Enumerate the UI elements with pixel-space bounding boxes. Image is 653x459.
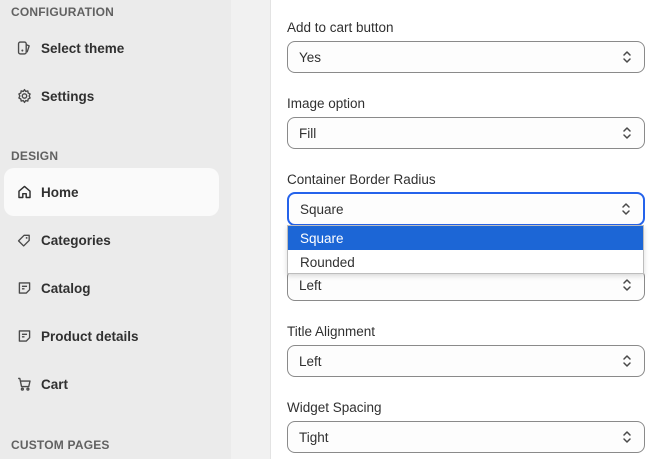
sidebar-item-label: Select theme <box>41 40 125 56</box>
sidebar-item-categories[interactable]: Categories <box>4 216 219 264</box>
chevron-up-down-icon <box>623 355 631 367</box>
widget-spacing-select[interactable]: Tight <box>287 421 645 453</box>
select-value: Yes <box>299 49 322 65</box>
border-radius-select[interactable]: Square <box>287 192 645 226</box>
title-alignment-select[interactable]: Left <box>287 345 645 377</box>
select-value: Square <box>300 201 344 217</box>
sidebar: CONFIGURATION Select theme Settings DESI… <box>0 0 231 459</box>
sidebar-item-select-theme[interactable]: Select theme <box>4 24 219 72</box>
note-icon <box>16 280 33 297</box>
sidebar-item-label: Home <box>41 184 79 200</box>
chevron-up-down-icon <box>623 279 631 291</box>
sidebar-item-catalog[interactable]: Catalog <box>4 264 219 312</box>
sidebar-item-label: Settings <box>41 88 95 104</box>
section-title-design: DESIGN <box>11 149 59 163</box>
dropdown-option-square[interactable]: Square <box>288 226 643 250</box>
chevron-up-down-icon <box>623 431 631 443</box>
sidebar-item-label: Categories <box>41 232 111 248</box>
sidebar-item-label: Catalog <box>41 280 91 296</box>
theme-icon <box>16 40 33 57</box>
chevron-up-down-icon <box>623 51 631 63</box>
field-label-widget-spacing: Widget Spacing <box>287 400 382 415</box>
field-label-image-option: Image option <box>287 96 366 111</box>
dropdown-option-rounded[interactable]: Rounded <box>288 250 643 274</box>
note-icon <box>16 328 33 345</box>
select-value: Left <box>299 353 322 369</box>
field-label-title-alignment: Title Alignment <box>287 324 376 339</box>
chevron-up-down-icon <box>623 127 631 139</box>
sidebar-item-label: Product details <box>41 328 139 344</box>
gutter <box>231 0 271 459</box>
select-value: Fill <box>299 125 317 141</box>
section-title-custom-pages: CUSTOM PAGES <box>11 438 110 452</box>
sidebar-item-cart[interactable]: Cart <box>4 360 219 408</box>
gear-icon <box>16 88 33 105</box>
select-value: Tight <box>299 429 329 445</box>
sidebar-item-settings[interactable]: Settings <box>4 72 219 120</box>
tag-icon <box>16 232 33 249</box>
field-label-add-to-cart: Add to cart button <box>287 20 394 35</box>
section-title-configuration: CONFIGURATION <box>11 5 115 19</box>
sidebar-item-product-details[interactable]: Product details <box>4 312 219 360</box>
add-to-cart-select[interactable]: Yes <box>287 41 645 73</box>
select-value: Left <box>299 277 322 293</box>
sidebar-item-home[interactable]: Home <box>4 168 219 216</box>
field-label-border-radius: Container Border Radius <box>287 172 436 187</box>
home-icon <box>16 184 33 201</box>
sidebar-item-label: Cart <box>41 376 69 392</box>
border-radius-dropdown-list: Square Rounded <box>287 225 644 274</box>
image-option-select[interactable]: Fill <box>287 117 645 149</box>
chevron-up-down-icon <box>622 203 630 215</box>
cart-icon <box>16 376 33 393</box>
